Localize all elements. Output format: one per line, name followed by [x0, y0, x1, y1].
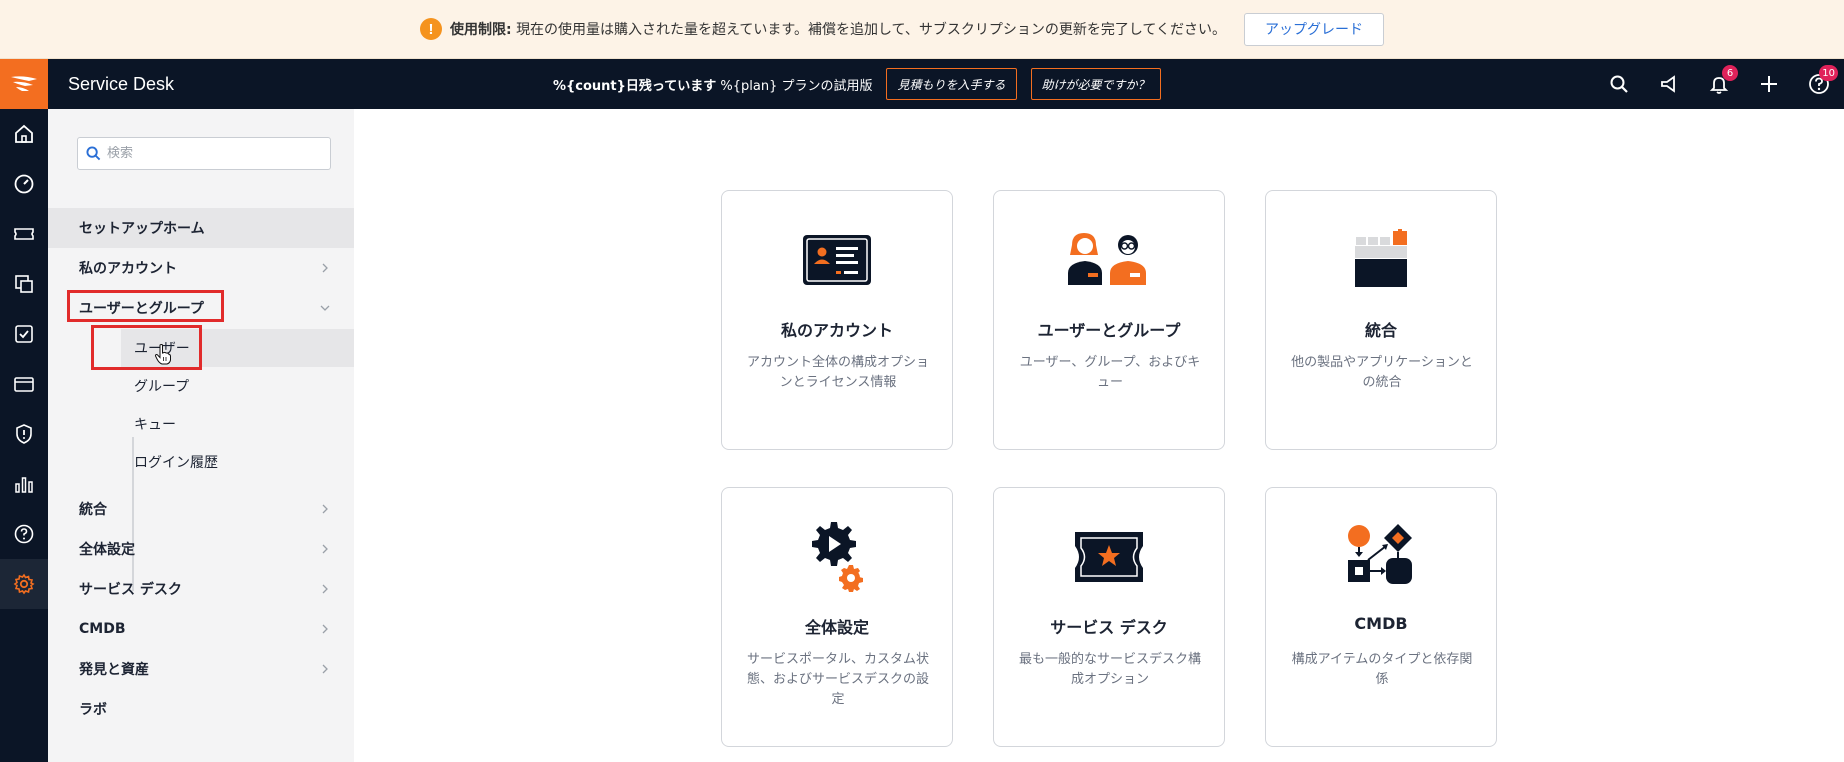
users-icon [994, 231, 1224, 287]
sidebar-subitem-groups[interactable]: グループ [121, 367, 354, 405]
card-title: 全体設定 [804, 618, 869, 637]
card-title: 私のアカウント [780, 321, 893, 340]
sidebar-item-cmdb[interactable]: CMDB [48, 609, 354, 649]
chevron-right-icon [322, 544, 328, 554]
help-badge: 10 [1819, 65, 1838, 81]
blocks-icon [1266, 229, 1496, 289]
card-title: CMDB [1354, 614, 1408, 633]
get-quote-button[interactable]: 見積もりを入手する [886, 68, 1017, 100]
sidebar-subitem-login-history[interactable]: ログイン履歴 [121, 443, 354, 481]
sidebar-search[interactable] [77, 137, 331, 170]
card-integrations[interactable]: 統合 他の製品やアプリケーションとの統合 [1265, 190, 1497, 450]
icon-rail [0, 109, 48, 762]
announcement-icon[interactable] [1644, 59, 1694, 109]
ticket-star-icon [994, 530, 1224, 584]
sidebar-item-setup-home[interactable]: セットアップホーム [48, 208, 354, 248]
rail-assets-icon[interactable] [0, 259, 48, 309]
usage-limit-banner: ! 使用制限: 現在の使用量は購入された量を超えています。補償を追加して、サブス… [0, 0, 1844, 59]
trial-info: %{count}日残っています %{plan} プランの試用版 見積もりを入手す… [553, 59, 1161, 109]
card-cmdb[interactable]: CMDB 構成アイテムのタイプと依存関係 [1265, 487, 1497, 747]
sidebar-item-global-settings[interactable]: 全体設定 [48, 529, 354, 569]
chevron-down-icon [320, 305, 330, 311]
id-card-icon [722, 233, 952, 287]
need-help-button[interactable]: 助けが必要ですか？ [1030, 68, 1161, 100]
sidebar-subitem-queues[interactable]: キュー [121, 405, 354, 443]
sidebar-search-input[interactable] [107, 146, 317, 161]
sidebar-item-discovery[interactable]: 発見と資産 [48, 649, 354, 689]
card-description: ユーザー、グループ、およびキュー [1019, 355, 1201, 390]
card-description: 他の製品やアプリケーションとの統合 [1291, 355, 1473, 390]
rail-dashboard-icon[interactable] [0, 159, 48, 209]
trial-plan-text: %{plan} プランの試用版 [716, 78, 873, 94]
add-icon[interactable] [1744, 59, 1794, 109]
sidebar-item-integrations[interactable]: 統合 [48, 489, 354, 529]
rail-settings-gear-icon[interactable] [0, 559, 48, 609]
chevron-right-icon [322, 664, 328, 674]
card-description: アカウント全体の構成オプションとライセンス情報 [746, 355, 929, 390]
rail-help-icon[interactable] [0, 509, 48, 559]
chevron-right-icon [322, 263, 328, 273]
chevron-right-icon [322, 624, 328, 634]
gear-play-icon [722, 522, 952, 592]
rail-security-icon[interactable] [0, 409, 48, 459]
notifications-badge: 6 [1722, 65, 1738, 81]
card-title: 統合 [1364, 321, 1397, 340]
banner-message: 現在の使用量は購入された量を超えています。補償を追加して、サブスクリプションの更… [516, 22, 1226, 38]
card-users-groups[interactable]: ユーザーとグループ ユーザー、グループ、およびキュー [993, 190, 1225, 450]
card-description: 最も一般的なサービスデスク構成オプション [1018, 652, 1201, 687]
solarwinds-logo-icon[interactable] [0, 59, 48, 109]
rail-tasks-icon[interactable] [0, 309, 48, 359]
hand-cursor-icon [154, 344, 171, 365]
card-title: サービス デスク [1050, 618, 1168, 637]
upgrade-button[interactable]: アップグレード [1244, 12, 1384, 46]
chevron-right-icon [322, 504, 328, 514]
card-description: 構成アイテムのタイプと依存関係 [1291, 652, 1473, 687]
warning-icon: ! [420, 18, 442, 40]
card-global-settings[interactable]: 全体設定 サービスポータル、カスタム状態、およびサービスデスクの設定 [721, 487, 953, 747]
highlight-box-users-groups [67, 290, 224, 322]
rail-ticket-icon[interactable] [0, 209, 48, 259]
card-description: サービスポータル、カスタム状態、およびサービスデスクの設定 [746, 652, 929, 707]
chevron-right-icon [322, 584, 328, 594]
top-navbar: Service Desk %{count}日残っています %{plan} プラン… [0, 59, 1844, 109]
card-title: ユーザーとグループ [1037, 321, 1181, 340]
sidebar-item-labs[interactable]: ラボ [48, 689, 354, 729]
card-service-desk[interactable]: サービス デスク 最も一般的なサービスデスク構成オプション [993, 487, 1225, 747]
flowchart-icon [1266, 522, 1496, 592]
sidebar-item-service-desk[interactable]: サービス デスク [48, 569, 354, 609]
trial-days-text: %{count}日残っています [553, 78, 717, 94]
card-my-account[interactable]: 私のアカウント アカウント全体の構成オプションとライセンス情報 [721, 190, 953, 450]
app-title: Service Desk [68, 73, 175, 94]
setup-sidebar: セットアップホーム 私のアカウント ユーザーとグループ ユーザー グループ キュ… [48, 109, 354, 762]
search-icon [86, 146, 101, 161]
notifications-bell-icon[interactable]: 6 [1694, 59, 1744, 109]
highlight-box-users [91, 325, 202, 370]
rail-home-icon[interactable] [0, 109, 48, 159]
banner-label: 使用制限: [450, 22, 512, 38]
rail-reports-icon[interactable] [0, 459, 48, 509]
help-icon[interactable]: 10 [1794, 59, 1844, 109]
sidebar-item-my-account[interactable]: 私のアカウント [48, 248, 354, 288]
search-icon[interactable] [1594, 59, 1644, 109]
rail-billing-icon[interactable] [0, 359, 48, 409]
